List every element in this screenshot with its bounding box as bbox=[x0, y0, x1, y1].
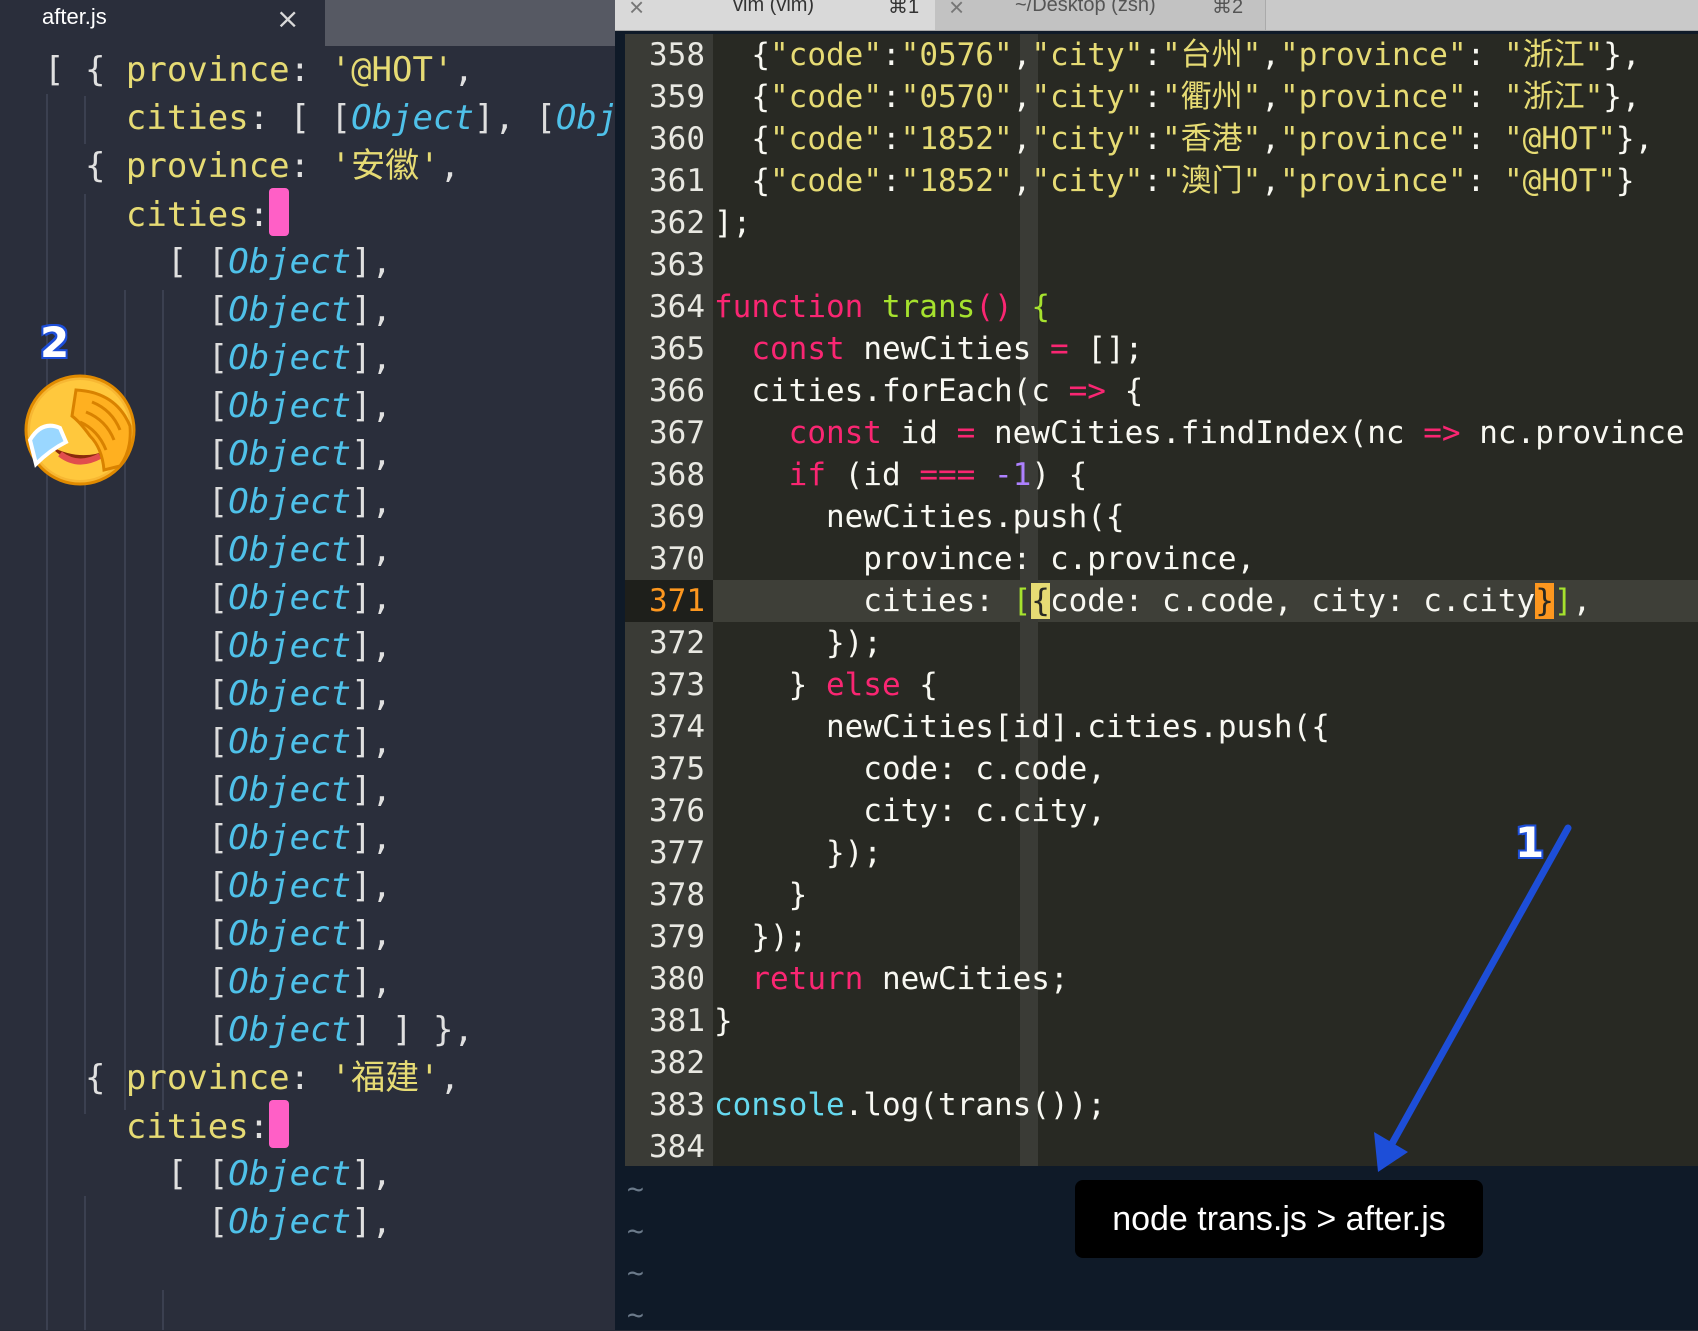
close-icon[interactable]: × bbox=[949, 0, 964, 23]
annotation-marker-1: 1 bbox=[1515, 818, 1545, 867]
output-line: [Object], bbox=[207, 578, 393, 618]
code-line: {"code":"1852","city":"香港","province": "… bbox=[714, 121, 1654, 157]
line-number: 378 bbox=[649, 877, 705, 913]
code-line: code: c.code, bbox=[714, 751, 1106, 787]
code-line: }); bbox=[714, 835, 882, 871]
code-line: newCities.push({ bbox=[714, 499, 1125, 535]
code-line: province: c.province, bbox=[714, 541, 1256, 577]
code-line: {"code":"1852","city":"澳门","province": "… bbox=[714, 163, 1635, 199]
annotation-arrow bbox=[1374, 824, 1572, 1172]
code-line: console.log(trans()); bbox=[714, 1087, 1106, 1123]
line-number: 383 bbox=[649, 1087, 705, 1123]
code-line: const id = newCities.findIndex(nc => nc.… bbox=[788, 415, 1685, 451]
line-number: 372 bbox=[649, 625, 705, 661]
output-line: [Object], bbox=[207, 818, 393, 858]
annotation-marker-2: 2 bbox=[40, 318, 70, 367]
line-number: 367 bbox=[649, 415, 705, 451]
line-number: 374 bbox=[649, 709, 705, 745]
code-line: if (id === -1) { bbox=[788, 457, 1088, 493]
output-line: cities: [ [Object], [Obj bbox=[125, 98, 615, 138]
left-pane-output: after.js × [ { province: '@HOT', cities:… bbox=[0, 0, 615, 1330]
line-number: 376 bbox=[649, 793, 705, 829]
line-number: 369 bbox=[649, 499, 705, 535]
output-line: { province: '福建', bbox=[44, 1058, 461, 1098]
code-line: return newCities; bbox=[751, 961, 1069, 997]
line-number: 379 bbox=[649, 919, 705, 955]
tab-title: ~/Desktop (zsh) bbox=[1015, 0, 1156, 16]
empty-line-tilde: ~ bbox=[627, 1298, 644, 1331]
facepalm-crying-emoji-icon bbox=[24, 374, 136, 486]
line-number: 381 bbox=[649, 1003, 705, 1039]
tab-after-js[interactable]: after.js × bbox=[0, 0, 325, 46]
code-line: cities.forEach(c => { bbox=[714, 373, 1144, 409]
output-line: cities: bbox=[44, 188, 290, 241]
tab-title: after.js bbox=[42, 4, 107, 29]
output-line: [Object], bbox=[207, 770, 393, 810]
line-number: 370 bbox=[649, 541, 705, 577]
cursor-block bbox=[269, 188, 290, 236]
code-line: } bbox=[714, 1003, 733, 1039]
line-number: 364 bbox=[649, 289, 705, 325]
code-line: cities: [{code: c.code, city: c.city}], bbox=[714, 583, 1592, 619]
tab-title: vim (vim) bbox=[733, 0, 815, 16]
line-number: 359 bbox=[649, 79, 705, 115]
line-number: 373 bbox=[649, 667, 705, 703]
output-line: [ { province: '@HOT', bbox=[44, 50, 474, 90]
code-line: function trans() { bbox=[714, 289, 1050, 325]
line-number: 371 bbox=[649, 583, 705, 619]
code-line: newCities[id].cities.push({ bbox=[714, 709, 1330, 745]
code-line: } else { bbox=[714, 667, 938, 703]
tab-zsh[interactable]: × ~/Desktop (zsh) ⌘2 bbox=[935, 0, 1266, 30]
output-line: [Object], bbox=[207, 722, 393, 762]
line-number: 362 bbox=[649, 205, 705, 241]
close-icon[interactable]: × bbox=[276, 2, 299, 35]
code-line: ]; bbox=[714, 205, 752, 241]
tab-shortcut: ⌘1 bbox=[888, 0, 920, 18]
line-number: 377 bbox=[649, 835, 705, 871]
line-number: 361 bbox=[649, 163, 705, 199]
line-number: 358 bbox=[649, 37, 705, 73]
output-line: cities: bbox=[44, 1100, 290, 1153]
output-line: [Object], bbox=[207, 1202, 393, 1242]
cursor-block bbox=[269, 1100, 290, 1148]
left-tab-bar: after.js × bbox=[0, 0, 615, 46]
line-number: 366 bbox=[649, 373, 705, 409]
output-line: [Object], bbox=[207, 866, 393, 906]
tab-shortcut: ⌘2 bbox=[1212, 0, 1244, 18]
command-caption: node trans.js > after.js bbox=[1075, 1180, 1483, 1258]
output-line: [Object], bbox=[207, 290, 393, 330]
code-line: const newCities = []; bbox=[751, 331, 1144, 367]
line-number: 360 bbox=[649, 121, 705, 157]
output-line: [Object], bbox=[207, 914, 393, 954]
code-line: }); bbox=[714, 625, 882, 661]
line-number: 365 bbox=[649, 331, 705, 367]
code-line: city: c.city, bbox=[714, 793, 1106, 829]
line-number: 384 bbox=[649, 1129, 705, 1165]
line-number: 375 bbox=[649, 751, 705, 787]
output-line: [Object], bbox=[207, 626, 393, 666]
empty-line-tilde: ~ bbox=[627, 1214, 644, 1247]
output-line: [ [Object], bbox=[44, 242, 393, 282]
output-line: [ [Object], bbox=[44, 1154, 393, 1194]
line-number: 380 bbox=[649, 961, 705, 997]
code-line: }); bbox=[714, 919, 808, 955]
output-line: [Object], bbox=[207, 530, 393, 570]
line-number: 363 bbox=[649, 247, 705, 283]
indent-guide bbox=[162, 1290, 164, 1330]
output-line: [Object] ] }, bbox=[207, 1010, 474, 1050]
code-line: {"code":"0570","city":"衢州","province": "… bbox=[714, 79, 1641, 115]
terminal-tab-bar: × vim (vim) ⌘1 × ~/Desktop (zsh) ⌘2 bbox=[615, 0, 1698, 31]
empty-line-tilde: ~ bbox=[627, 1172, 644, 1205]
line-number: 368 bbox=[649, 457, 705, 493]
code-line: } bbox=[714, 877, 808, 913]
code-line: {"code":"0576","city":"台州","province": "… bbox=[714, 37, 1641, 73]
output-line: [Object], bbox=[207, 962, 393, 1002]
empty-line-tilde: ~ bbox=[627, 1256, 644, 1289]
line-number: 382 bbox=[649, 1045, 705, 1081]
tab-vim[interactable]: × vim (vim) ⌘1 bbox=[615, 0, 936, 30]
output-line: [Object], bbox=[207, 674, 393, 714]
close-icon[interactable]: × bbox=[629, 0, 644, 23]
output-line: { province: '安徽', bbox=[44, 146, 461, 186]
